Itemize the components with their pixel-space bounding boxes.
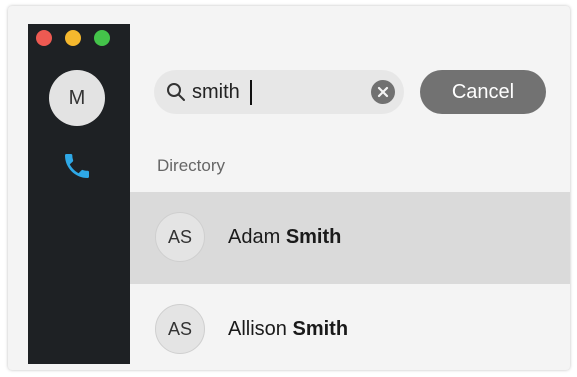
contact-avatar: AS [155,212,205,262]
contact-last-name: Smith [292,318,349,340]
zoom-window-button[interactable] [94,30,110,46]
user-avatar-initial: M [68,86,86,109]
contact-first-name: Allison [228,318,287,340]
contact-initials: AS [167,318,192,339]
contact-last-name: Smith [285,226,342,248]
contact-first-name: Adam [228,226,281,248]
phone-icon [65,154,89,178]
search-icon [167,83,185,101]
close-window-button[interactable] [36,30,52,46]
section-label-directory: Directory [157,156,226,175]
contact-avatar: AS [155,304,205,354]
search-box[interactable] [154,70,404,114]
contact-name: Adam Smith [228,226,341,249]
contact-name: Allison Smith [228,318,348,341]
contact-initials: AS [167,226,192,247]
user-avatar[interactable]: M [49,70,105,126]
minimize-window-button[interactable] [65,30,81,46]
clear-icon [377,86,389,98]
sidebar: M [28,24,130,364]
contact-row[interactable]: AS Adam Smith [130,192,570,284]
app-window: M Cancel Directory [8,6,570,370]
clear-search-button[interactable] [371,80,395,104]
search-input[interactable] [192,78,362,106]
calls-nav-item[interactable] [59,148,95,184]
contact-row[interactable]: AS Allison Smith [130,284,570,370]
main-panel: Cancel Directory AS Adam Smith AS Alliso… [130,24,570,364]
text-caret [250,80,252,105]
cancel-button[interactable]: Cancel [420,70,546,114]
